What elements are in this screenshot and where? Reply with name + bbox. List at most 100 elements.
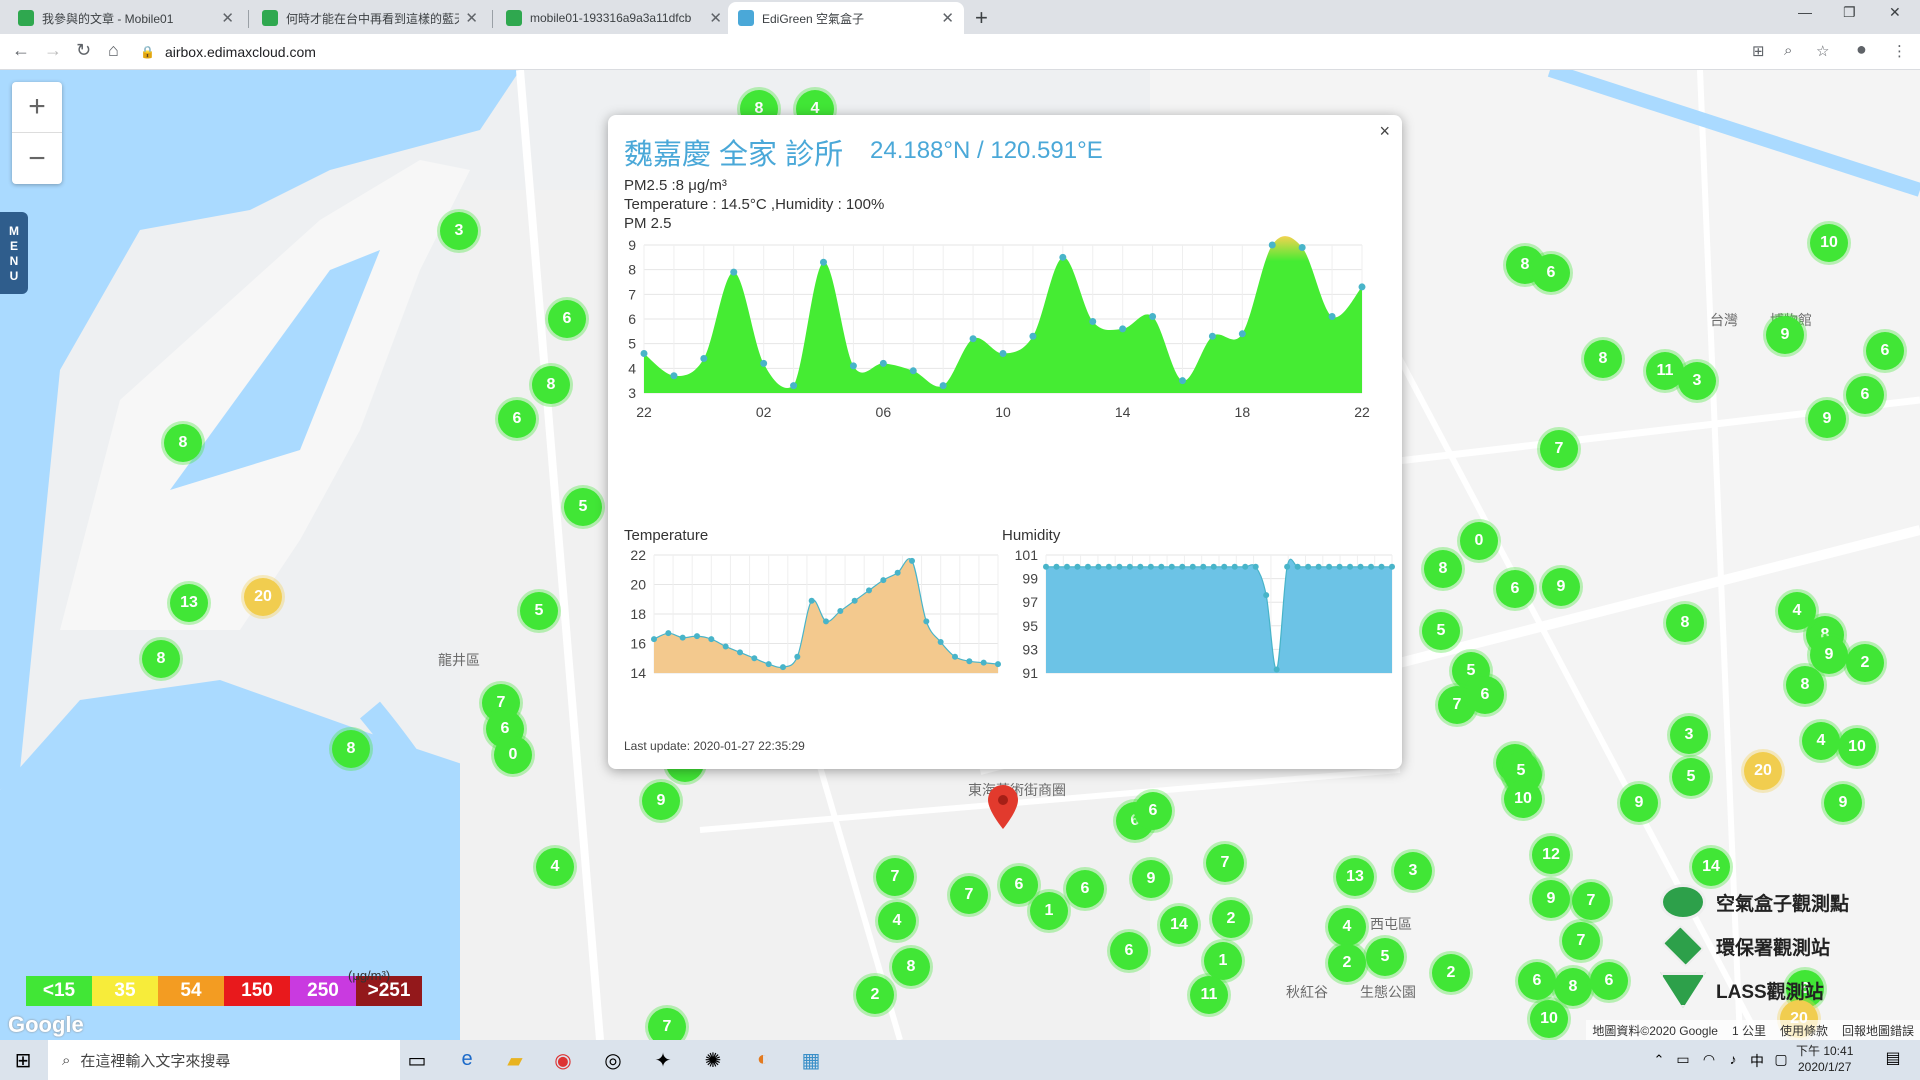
reload-icon[interactable]: ↻ [76,40,91,61]
airbox-marker[interactable]: 10 [1530,1000,1568,1038]
airbox-marker[interactable]: 6 [1000,866,1038,904]
taskbar-search-box[interactable]: ⌕ 在這裡輸入文字來搜尋 [48,1040,400,1080]
system-clock[interactable]: 下午 10:41 2020/1/27 [1796,1043,1853,1075]
selected-location-pin-icon[interactable] [988,785,1018,829]
app-icon[interactable]: ✦ [650,1048,676,1072]
airbox-marker[interactable]: 20 [244,578,282,616]
keyboard-icon[interactable]: ▢ [1768,1051,1794,1075]
airbox-marker[interactable]: 6 [548,300,586,338]
terms-link[interactable]: 使用條款 [1780,1022,1828,1039]
menu-button[interactable]: MENU [0,212,28,294]
airbox-marker[interactable]: 7 [1562,922,1600,960]
close-window-icon[interactable]: ✕ [1889,4,1901,21]
airbox-marker[interactable]: 6 [1496,570,1534,608]
airbox-marker[interactable]: 1 [1030,892,1068,930]
airbox-marker[interactable]: 6 [1846,376,1884,414]
airbox-marker[interactable]: 4 [1778,592,1816,630]
battery-icon[interactable]: ▭ [1670,1051,1696,1075]
airbox-marker[interactable]: 5 [520,592,558,630]
airbox-marker[interactable]: 7 [876,858,914,896]
airbox-marker[interactable]: 7 [648,1008,686,1040]
app-icon[interactable]: ◎ [600,1048,626,1072]
airbox-marker[interactable]: 8 [1554,968,1592,1006]
airbox-marker[interactable]: 6 [1866,332,1904,370]
map-canvas[interactable]: 龍井區 東海藝術街商圈 秋紅谷 生態公園 台灣 博物館 西屯區 3 8 6 6 … [0,70,1920,1040]
airbox-marker[interactable]: 9 [1620,784,1658,822]
airbox-marker[interactable]: 10 [1504,780,1542,818]
tray-chevron-icon[interactable]: ⌃ [1646,1052,1672,1076]
more-menu-icon[interactable]: ⋮ [1892,42,1907,60]
airbox-marker[interactable]: 6 [1134,792,1172,830]
airbox-marker[interactable]: 0 [494,736,532,774]
file-explorer-icon[interactable]: ▰ [502,1048,528,1072]
airbox-marker[interactable]: 2 [1212,900,1250,938]
airbox-marker[interactable]: 4 [536,848,574,886]
tab-mobile01-articles[interactable]: 我參與的文章 - Mobile01 ✕ [8,2,244,34]
report-error-link[interactable]: 回報地圖錯誤 [1842,1022,1914,1039]
airbox-marker[interactable]: 11 [1190,976,1228,1014]
bookmark-star-icon[interactable]: ☆ [1816,42,1829,60]
airbox-marker[interactable]: 2 [1328,944,1366,982]
airbox-marker[interactable]: 4 [1328,908,1366,946]
airbox-marker[interactable]: 20 [1744,752,1782,790]
airbox-marker[interactable]: 9 [1132,860,1170,898]
airbox-marker[interactable]: 6 [498,400,536,438]
zoom-icon[interactable]: ⌕ [1784,42,1792,59]
zoom-in-button[interactable]: + [12,82,62,133]
close-tab-icon[interactable]: ✕ [941,9,954,27]
close-tab-icon[interactable]: ✕ [221,9,234,27]
airbox-marker[interactable]: 10 [1810,224,1848,262]
new-tab-button[interactable]: + [975,5,988,31]
translate-icon[interactable]: ⊞ [1752,42,1765,60]
airbox-marker[interactable]: 6 [1110,932,1148,970]
home-icon[interactable]: ⌂ [108,40,119,61]
restore-icon[interactable]: ❐ [1843,4,1856,21]
airbox-marker[interactable]: 5 [1422,612,1460,650]
airbox-marker[interactable]: 3 [1678,362,1716,400]
airbox-marker[interactable]: 3 [440,212,478,250]
tab-mobile01-image[interactable]: mobile01-193316a9a3a11dfcb ✕ [496,2,732,34]
app-icon[interactable]: ▦ [798,1048,824,1072]
airbox-marker[interactable]: 2 [1846,644,1884,682]
airbox-marker[interactable]: 8 [1786,666,1824,704]
airbox-marker[interactable]: 14 [1160,906,1198,944]
airbox-marker[interactable]: 8 [532,366,570,404]
airbox-marker[interactable]: 7 [1540,430,1578,468]
airbox-marker[interactable]: 9 [642,782,680,820]
airbox-marker[interactable]: 5 [564,488,602,526]
airbox-marker[interactable]: 9 [1766,316,1804,354]
airbox-marker[interactable]: 8 [1424,550,1462,588]
app-icon[interactable]: ✺ [700,1048,726,1072]
airbox-marker[interactable]: 4 [878,902,916,940]
airbox-marker[interactable]: 6 [1466,676,1504,714]
airbox-marker[interactable]: 8 [142,640,180,678]
zoom-out-button[interactable]: − [12,133,62,184]
airbox-marker[interactable]: 8 [1584,340,1622,378]
airbox-marker[interactable]: 6 [1518,962,1556,1000]
airbox-marker[interactable]: 8 [332,730,370,768]
airbox-marker[interactable]: 3 [1394,852,1432,890]
airbox-marker[interactable]: 8 [892,948,930,986]
airbox-marker[interactable]: 5 [1366,938,1404,976]
airbox-marker[interactable]: 9 [1532,880,1570,918]
close-popup-button[interactable]: × [1379,121,1390,142]
airbox-marker[interactable]: 13 [1336,858,1374,896]
airbox-marker[interactable]: 8 [164,424,202,462]
minimize-icon[interactable]: — [1798,4,1812,20]
airbox-marker[interactable]: 0 [1460,522,1498,560]
airbox-marker[interactable]: 10 [1838,728,1876,766]
close-tab-icon[interactable]: ✕ [709,9,722,27]
airbox-marker[interactable]: 7 [950,876,988,914]
ime-indicator[interactable]: 中 [1744,1051,1770,1075]
airbox-marker[interactable]: 2 [856,976,894,1014]
profile-avatar-icon[interactable]: ● [1856,39,1867,60]
airbox-marker[interactable]: 9 [1542,568,1580,606]
edge-icon[interactable]: e [454,1048,480,1072]
network-icon[interactable]: ◠ [1696,1051,1722,1075]
airbox-marker[interactable]: 9 [1824,784,1862,822]
airbox-marker[interactable]: 13 [170,584,208,622]
tab-edigreen-airbox[interactable]: EdiGreen 空氣盒子 ✕ [728,2,964,34]
task-view-icon[interactable]: ▭ [404,1048,430,1072]
airbox-marker[interactable]: 12 [1532,836,1570,874]
airbox-marker[interactable]: 6 [1590,962,1628,1000]
